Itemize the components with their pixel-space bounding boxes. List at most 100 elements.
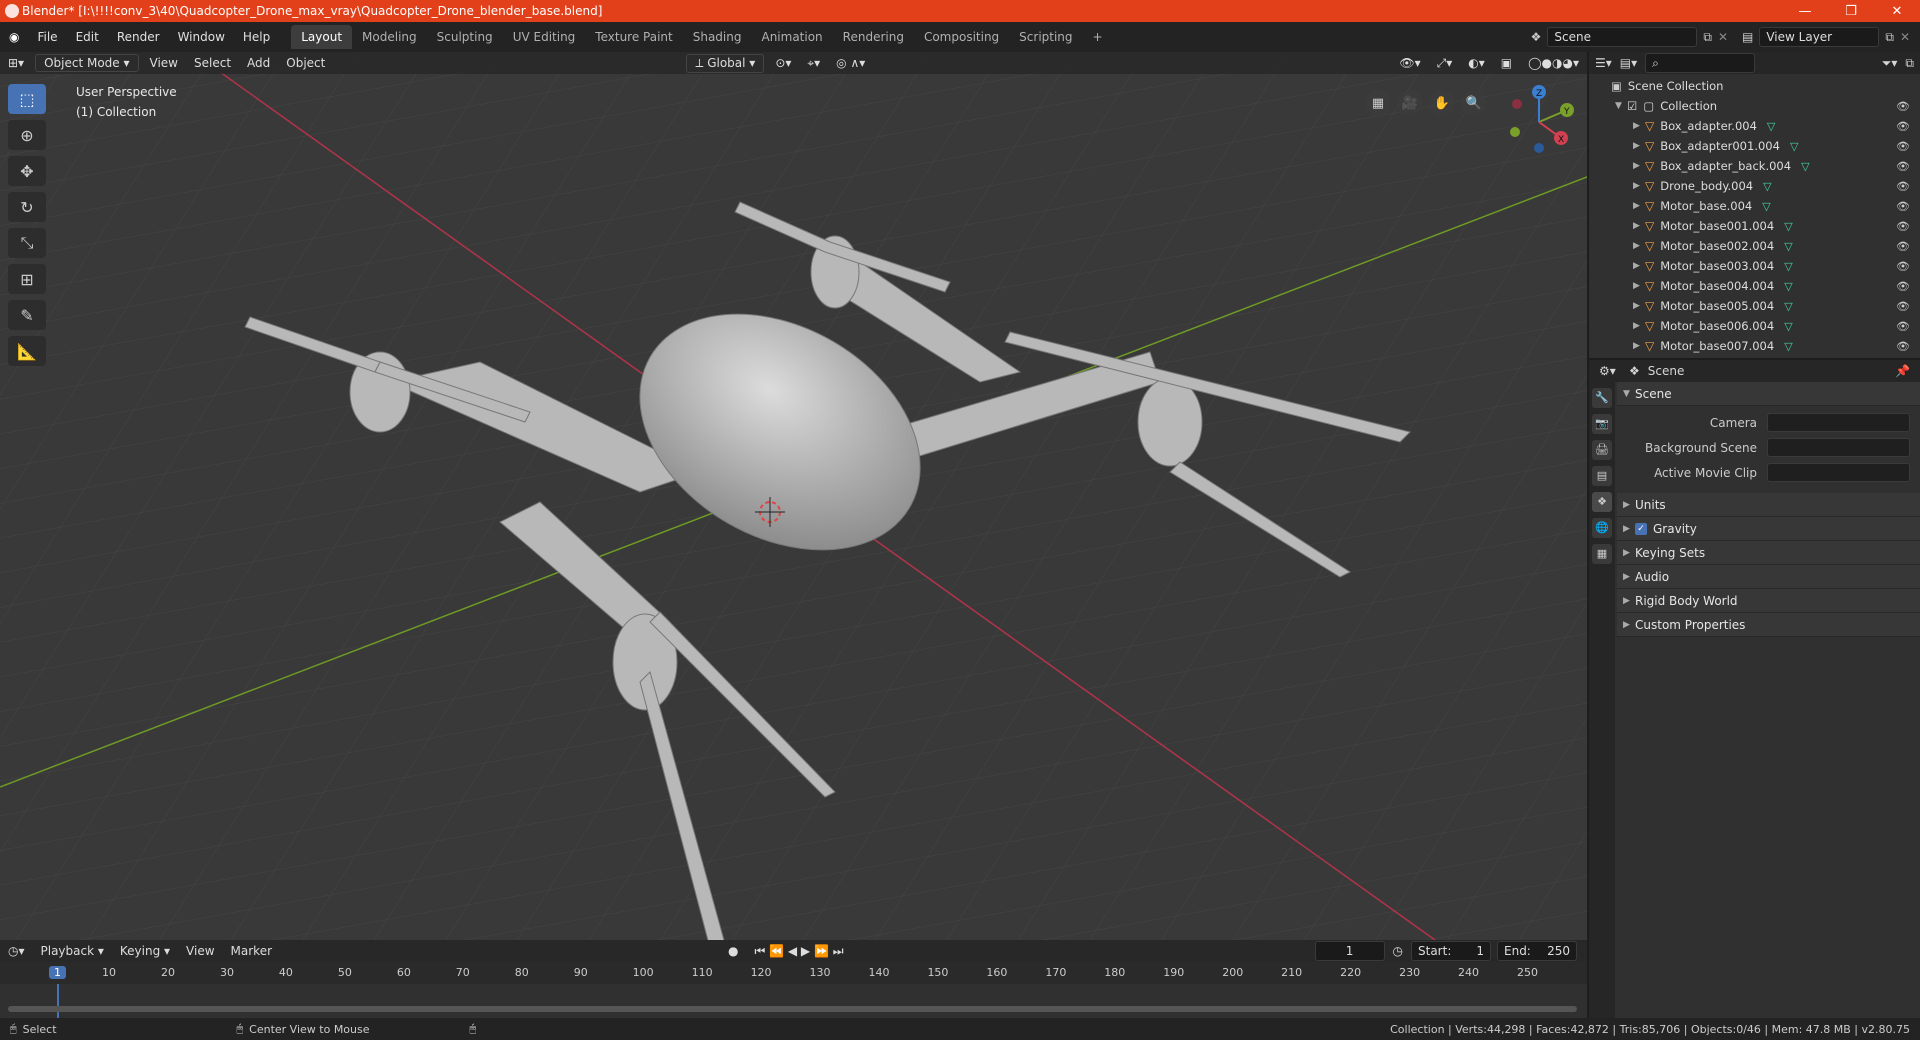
delete-view-layer-icon[interactable]: ✕ — [1900, 30, 1910, 44]
visibility-eye-icon[interactable]: 👁 — [1896, 140, 1910, 153]
pivot-icon[interactable]: ⊙▾ — [767, 54, 799, 72]
expand-arrow-icon[interactable]: ▶ — [1633, 281, 1645, 291]
active-movie-clip-field[interactable] — [1767, 463, 1910, 482]
minimize-icon[interactable]: — — [1782, 0, 1828, 22]
gravity-section[interactable]: ▶ ✓ Gravity — [1617, 517, 1920, 541]
outliner-item[interactable]: ▶ ▽ Box_adapter001.004 ▽ 👁 — [1589, 136, 1920, 156]
outliner-item[interactable]: ▶ ▽ Motor_base004.004 ▽ 👁 — [1589, 276, 1920, 296]
units-section[interactable]: ▶ Units — [1617, 493, 1920, 517]
expand-arrow-icon[interactable]: ▶ — [1633, 201, 1645, 211]
expand-arrow-icon[interactable]: ▶ — [1633, 241, 1645, 251]
outliner-item[interactable]: ▶ ▽ Drone_body.004 ▽ 👁 — [1589, 176, 1920, 196]
outliner-item[interactable]: ▶ ▽ Motor_base003.004 ▽ 👁 — [1589, 256, 1920, 276]
scene-tab-icon[interactable]: ❖ — [1592, 492, 1612, 512]
properties-editor-type-icon[interactable]: ⚙▾ — [1599, 364, 1616, 378]
tab-sculpting[interactable]: Sculpting — [427, 25, 503, 49]
expand-arrow-icon[interactable]: ▶ — [1633, 321, 1645, 331]
tab-animation[interactable]: Animation — [751, 25, 832, 49]
visibility-eye-icon[interactable]: 👁 — [1896, 100, 1910, 113]
gizmo-neg-z-icon[interactable] — [1534, 143, 1544, 153]
add-workspace-icon[interactable]: + — [1083, 25, 1113, 49]
object-mode-dropdown[interactable]: Object Mode ▾ — [35, 54, 139, 72]
gizmo-neg-y-icon[interactable] — [1510, 127, 1520, 137]
camera-view-icon[interactable]: 🎥 — [1397, 90, 1423, 116]
world-tab-icon[interactable]: 🌐 — [1592, 518, 1612, 538]
timeline-editor-type-icon[interactable]: ◷▾ — [0, 942, 33, 960]
gizmo-toggle-icon[interactable]: ⤢▾ — [1429, 54, 1461, 73]
visibility-eye-icon[interactable]: 👁 — [1896, 280, 1910, 293]
menu-help[interactable]: Help — [234, 30, 279, 44]
outliner-item[interactable]: ▶ ▽ Box_adapter_back.004 ▽ 👁 — [1589, 156, 1920, 176]
visibility-eye-icon[interactable]: 👁 — [1896, 120, 1910, 133]
viewport-menu-select[interactable]: Select — [186, 54, 239, 72]
tab-rendering[interactable]: Rendering — [833, 25, 914, 49]
visibility-eye-icon[interactable]: 👁 — [1896, 180, 1910, 193]
expand-arrow-icon[interactable]: ▶ — [1633, 141, 1645, 151]
tab-layout[interactable]: Layout — [291, 25, 353, 49]
outliner-search-input[interactable]: ⌕ — [1645, 53, 1756, 73]
tab-uv-editing[interactable]: UV Editing — [503, 25, 586, 49]
audio-section[interactable]: ▶ Audio — [1617, 565, 1920, 589]
delete-scene-icon[interactable]: ✕ — [1718, 30, 1728, 44]
tab-compositing[interactable]: Compositing — [914, 25, 1009, 49]
expand-arrow-icon[interactable]: ▶ — [1633, 221, 1645, 231]
visibility-eye-icon[interactable]: 👁 — [1896, 220, 1910, 233]
tab-texture-paint[interactable]: Texture Paint — [585, 25, 682, 49]
scene-section-header[interactable]: ▼ Scene — [1617, 382, 1920, 406]
scene-field[interactable]: Scene — [1547, 27, 1698, 47]
measure-tool-icon[interactable]: 📐 — [8, 336, 46, 366]
timeline-scrollbar[interactable] — [8, 1006, 1577, 1012]
timeline-track-area[interactable] — [0, 984, 1587, 1018]
keying-sets-section[interactable]: ▶ Keying Sets — [1617, 541, 1920, 565]
filter-icon[interactable]: ⏷▾ — [1882, 56, 1898, 71]
menu-render[interactable]: Render — [108, 30, 169, 44]
expand-arrow-icon[interactable]: ▶ — [1633, 181, 1645, 191]
new-view-layer-icon[interactable]: ⧉ — [1885, 30, 1894, 45]
expand-arrow-icon[interactable]: ▶ — [1633, 121, 1645, 131]
outliner-item[interactable]: ▶ ▽ Box_adapter.004 ▽ 👁 — [1589, 116, 1920, 136]
overlay-toggle-icon[interactable]: ◐▾ — [1460, 54, 1493, 72]
outliner-item[interactable]: ▶ ▽ Motor_base006.004 ▽ 👁 — [1589, 316, 1920, 336]
navigation-gizmo[interactable]: Y X Z — [1499, 82, 1579, 162]
scene-collection-row[interactable]: ▣ Scene Collection — [1589, 76, 1920, 96]
visibility-eye-icon[interactable]: 👁 — [1896, 340, 1910, 353]
tab-modeling[interactable]: Modeling — [352, 25, 427, 49]
editor-type-icon[interactable]: ⊞▾ — [0, 54, 32, 72]
new-scene-icon[interactable]: ⧉ — [1703, 30, 1712, 45]
timeline-menu-marker[interactable]: Marker — [223, 942, 280, 960]
visibility-icon[interactable]: 👁▾ — [1391, 54, 1428, 72]
current-frame-field[interactable]: 1 — [1314, 941, 1385, 961]
rotate-tool-icon[interactable]: ↻ — [8, 192, 46, 222]
gravity-checkbox[interactable]: ✓ — [1635, 522, 1647, 535]
restore-icon[interactable]: ❐ — [1828, 0, 1874, 22]
view-layer-field[interactable]: View Layer — [1759, 27, 1880, 47]
close-icon[interactable]: ✕ — [1874, 0, 1920, 22]
visibility-eye-icon[interactable]: 👁 — [1896, 200, 1910, 213]
output-tab-icon[interactable]: 🖨 — [1592, 440, 1612, 460]
menu-file[interactable]: File — [28, 30, 66, 44]
record-icon[interactable]: ● — [720, 942, 746, 960]
collapse-arrow-icon[interactable]: ▼ — [1615, 101, 1627, 111]
tool-tab-icon[interactable]: 🔧 — [1592, 388, 1612, 408]
select-box-tool-icon[interactable]: ⬚ — [8, 84, 46, 114]
visibility-eye-icon[interactable]: 👁 — [1896, 260, 1910, 273]
custom-properties-section[interactable]: ▶ Custom Properties — [1617, 613, 1920, 637]
outliner-item[interactable]: ▶ ▽ Motor_base001.004 ▽ 👁 — [1589, 216, 1920, 236]
scale-tool-icon[interactable]: ⤡ — [8, 228, 46, 258]
tab-shading[interactable]: Shading — [683, 25, 752, 49]
texture-tab-icon[interactable]: ▦ — [1592, 544, 1612, 564]
collection-row[interactable]: ▼ ☑ ▢ Collection 👁 — [1589, 96, 1920, 116]
pan-hand-icon[interactable]: ✋ — [1429, 90, 1455, 116]
menu-edit[interactable]: Edit — [67, 30, 108, 44]
move-tool-icon[interactable]: ✥ — [8, 156, 46, 186]
zoom-icon[interactable]: 🔍 — [1461, 90, 1487, 116]
visibility-eye-icon[interactable]: 👁 — [1896, 160, 1910, 173]
proportional-edit-icon[interactable]: ◎ ∧▾ — [828, 54, 873, 72]
transform-tool-icon[interactable]: ⊞ — [8, 264, 46, 294]
orientation-dropdown[interactable]: ⟂ Global ▾ — [686, 53, 765, 73]
end-frame-field[interactable]: End: 250 — [1497, 941, 1577, 961]
blender-menu-icon[interactable]: ◉ — [0, 30, 28, 44]
outliner-item[interactable]: ▶ ▽ Motor_base005.004 ▽ 👁 — [1589, 296, 1920, 316]
visibility-eye-icon[interactable]: 👁 — [1896, 320, 1910, 333]
xray-icon[interactable]: ▣ — [1493, 54, 1520, 72]
